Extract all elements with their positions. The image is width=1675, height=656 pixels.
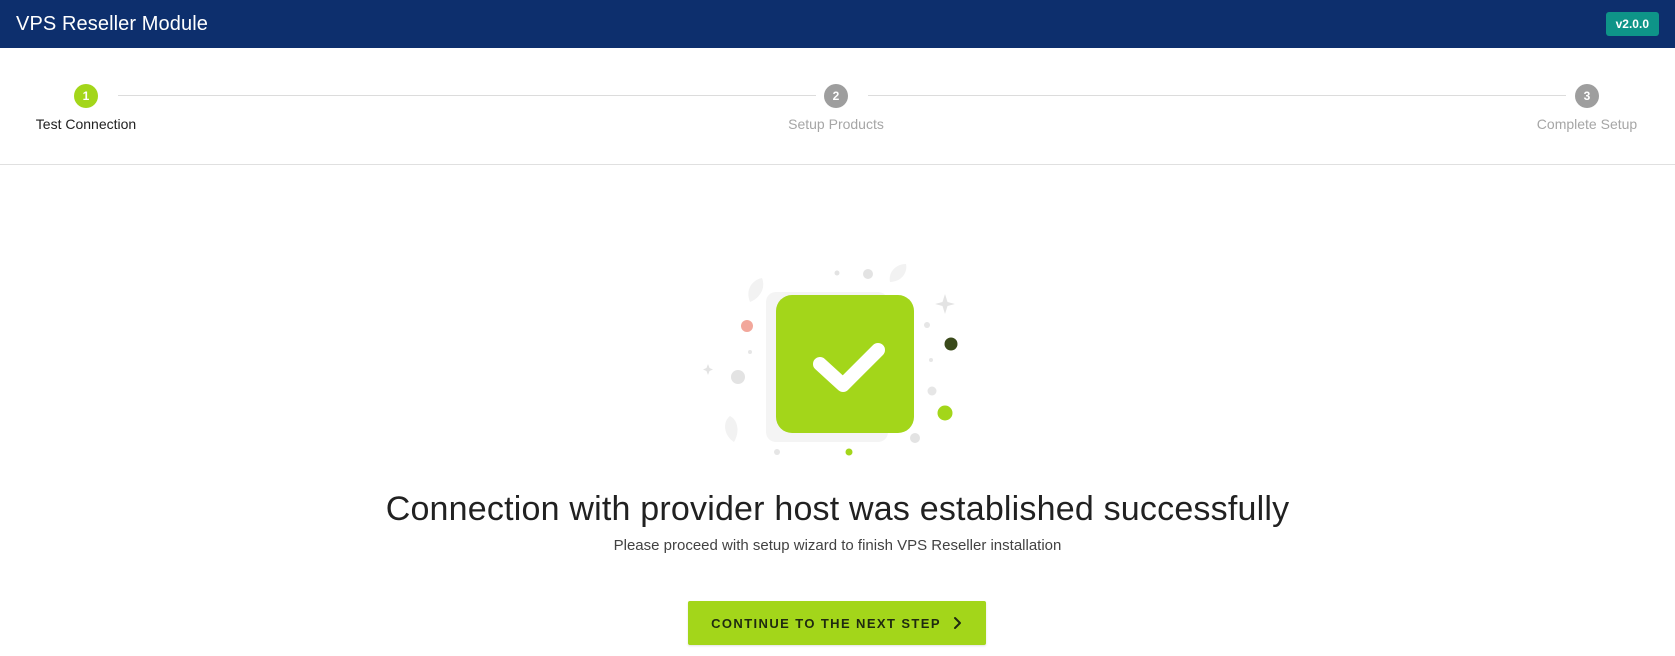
app-title: VPS Reseller Module xyxy=(16,12,208,35)
success-headline: Connection with provider host was establ… xyxy=(385,490,1290,528)
step-3-label[interactable]: Complete Setup xyxy=(1537,116,1637,132)
chevron-right-icon xyxy=(953,616,963,630)
step-connector-1-2 xyxy=(118,95,816,96)
step-2-indicator[interactable]: 2 xyxy=(824,84,848,108)
app-header: VPS Reseller Module v2.0.0 xyxy=(0,0,1675,48)
step-3-indicator[interactable]: 3 xyxy=(1575,84,1599,108)
success-subtext: Please proceed with setup wizard to fini… xyxy=(613,537,1062,554)
step-1-indicator[interactable]: 1 xyxy=(74,84,98,108)
success-illustration xyxy=(700,260,960,466)
step-1-label[interactable]: Test Connection xyxy=(36,116,136,132)
continue-next-step-button[interactable]: CONTINUE TO THE NEXT STEP xyxy=(688,601,986,645)
step-connector-2-3 xyxy=(868,95,1566,96)
version-badge: v2.0.0 xyxy=(1605,12,1659,36)
setup-stepper: 1 Test Connection 2 Setup Products 3 Com… xyxy=(0,48,1675,165)
step-2-label[interactable]: Setup Products xyxy=(788,116,884,132)
success-checkmark-icon xyxy=(703,264,958,456)
continue-button-label: CONTINUE TO THE NEXT STEP xyxy=(711,615,941,631)
